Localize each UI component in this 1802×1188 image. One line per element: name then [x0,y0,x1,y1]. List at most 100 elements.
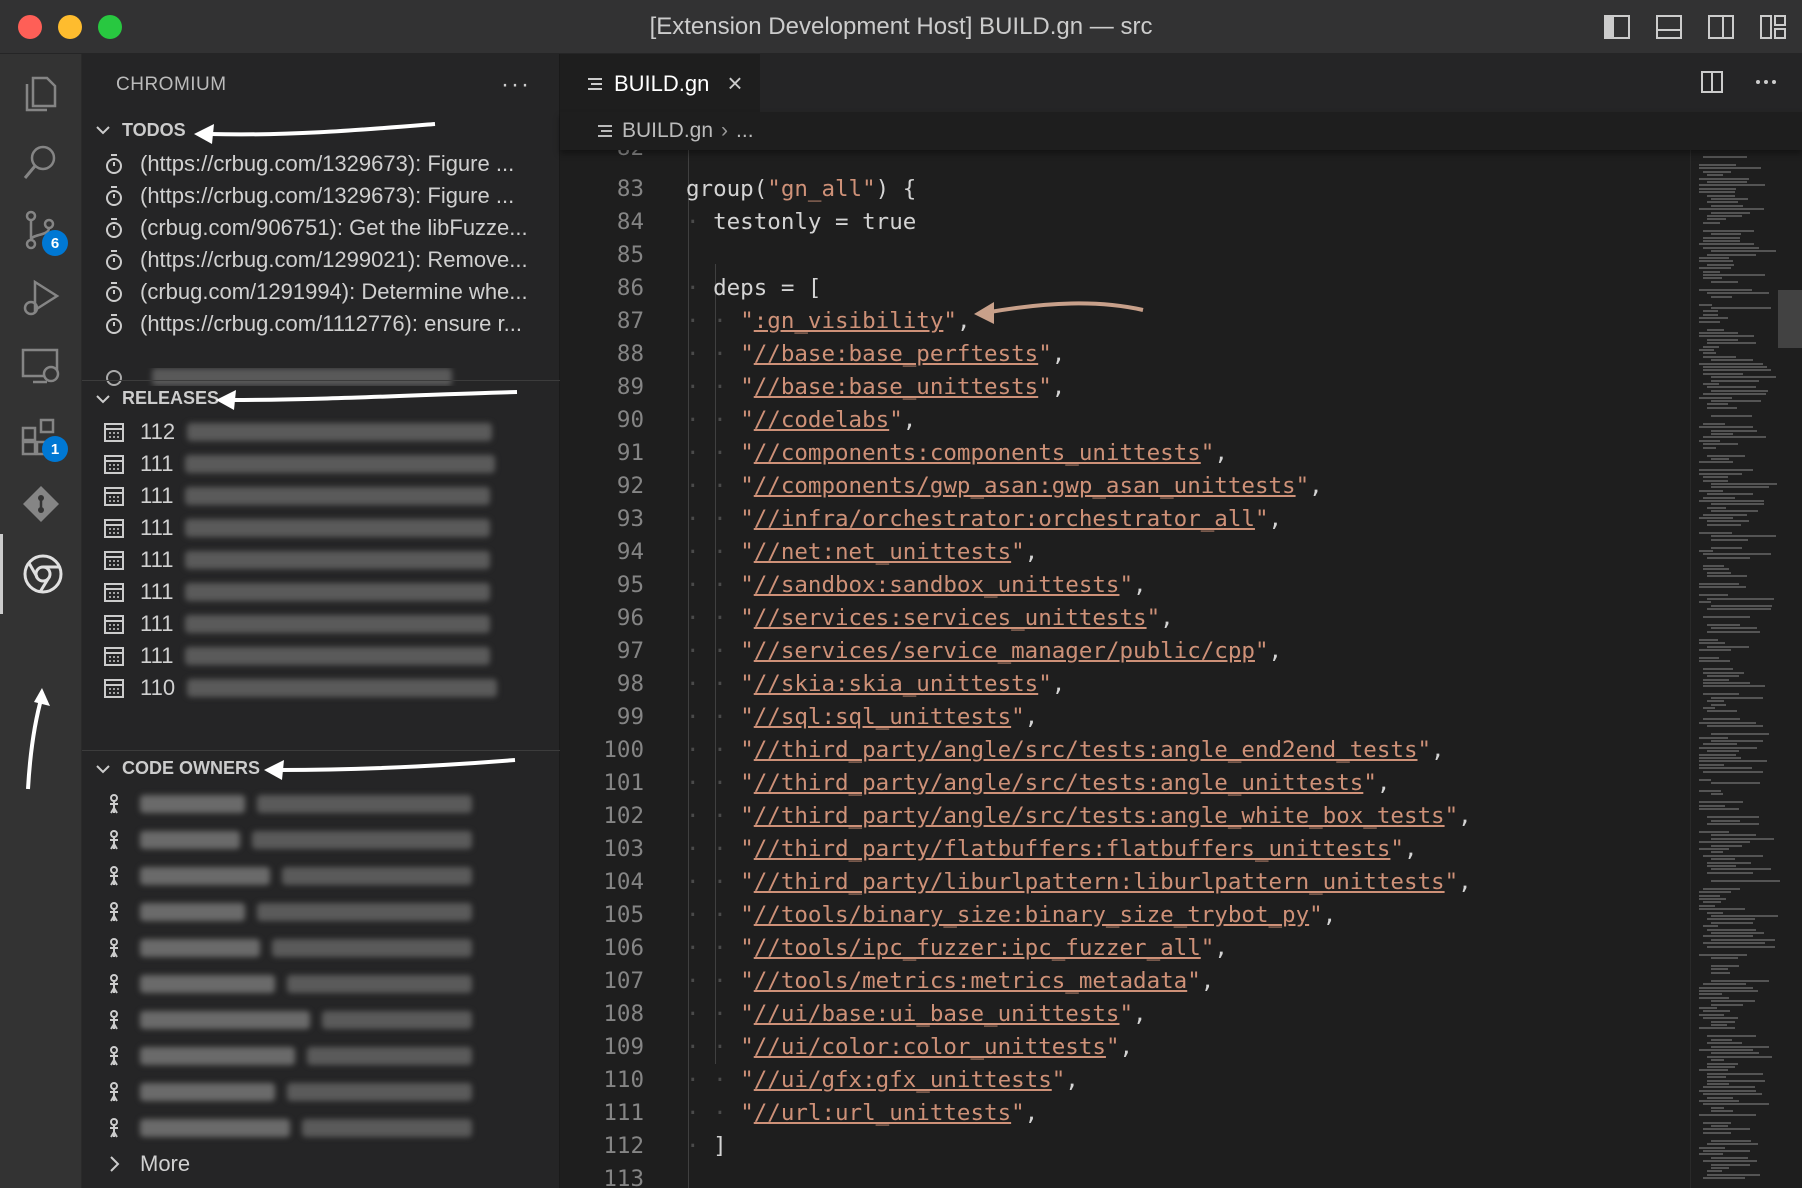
string-quote: " [1417,736,1432,763]
todo-item[interactable]: (https://crbug.com/1112776): ensure r... [82,308,560,340]
code-owner-item[interactable] [82,1074,560,1110]
minimap-line [1703,887,1740,890]
toggle-panel-icon[interactable] [1654,12,1684,42]
split-editor-icon[interactable] [1698,68,1726,96]
dependency-link[interactable]: //tools/metrics:metrics_metadata [754,968,1187,994]
breadcrumb-file[interactable]: BUILD.gn [622,119,713,143]
dependency-link[interactable]: //base:base_unittests [754,374,1038,400]
sidebar-more-button[interactable]: ··· [501,71,531,99]
dependency-link[interactable]: //url:url_unittests [754,1100,1011,1126]
dependency-link[interactable]: //codelabs [754,407,889,433]
dependency-link[interactable]: //components/gwp_asan:gwp_asan_unittests [754,473,1296,499]
release-item[interactable]: 110 [82,672,560,704]
release-item[interactable]: 111 [82,544,560,576]
code-owner-item[interactable] [82,1002,560,1038]
minimap-line [1703,372,1743,375]
release-item[interactable]: 112 [82,416,560,448]
string-quote: " [740,934,754,961]
close-tab-icon[interactable]: × [727,68,742,99]
dependency-link[interactable]: //tools/binary_size:binary_size_trybot_p… [754,902,1309,928]
todo-item[interactable]: (https://crbug.com/1329673): Figure ... [82,180,560,212]
comma: , [1214,439,1228,466]
code-owner-item[interactable] [82,858,560,894]
calendar-icon [104,423,124,442]
string-quote: " [1444,868,1459,895]
minimap-line [1699,763,1724,766]
dependency-link[interactable]: //ui/color:color_unittests [754,1034,1106,1060]
releases-section-header[interactable]: RELEASES [82,380,560,416]
minimap-line [1703,935,1753,938]
dependency-link[interactable]: //third_party/liburlpattern:liburlpatter… [754,869,1445,895]
dependency-link[interactable]: //third_party/flatbuffers:flatbuffers_un… [754,836,1391,862]
code-owner-item[interactable] [82,1110,560,1146]
code-text: group("gn_all") { [686,176,916,202]
toggle-primary-sidebar-icon[interactable] [1602,12,1632,42]
dependency-link[interactable]: //infra/orchestrator:orchestrator_all [754,506,1255,532]
editor-area: BUILD.gn × BUILD.gn › ... 82 83 group("gn_… [560,54,1802,1188]
todo-item[interactable]: (crbug.com/906751): Get the libFuzze... [82,212,560,244]
code-owner-item[interactable] [82,966,560,1002]
dependency-link[interactable]: //components:components_unittests [754,440,1201,466]
minimap-line [1711,546,1742,549]
dependency-link[interactable]: //tools/ipc_fuzzer:ipc_fuzzer_all [754,935,1201,961]
minimap-line [1703,246,1759,249]
minimap-slider[interactable] [1778,290,1802,348]
code-line: 90 · · "//codelabs", [560,403,1690,436]
dependency-link[interactable]: :gn_visibility [754,308,944,334]
comma: , [1024,538,1039,565]
dependency-link[interactable]: //third_party/angle/src/tests:angle_unit… [754,770,1364,796]
minimap[interactable] [1690,150,1802,1188]
more-actions-icon[interactable] [1752,68,1780,96]
toggle-secondary-sidebar-icon[interactable] [1706,12,1736,42]
more-owners-item[interactable]: More [82,1146,560,1182]
git-activity[interactable] [0,464,82,544]
minimap-line [1707,700,1724,703]
dependency-link[interactable]: //third_party/angle/src/tests:angle_end2… [754,737,1418,763]
code-line: 87 · · ":gn_visibility", [560,304,1690,337]
todo-item[interactable]: (https://crbug.com/1329673): Figure ... [82,148,560,180]
window-title: [Extension Development Host] BUILD.gn — … [649,13,1153,40]
dependency-link[interactable]: //ui/gfx:gfx_unittests [754,1067,1052,1093]
dependency-link[interactable]: //base:base_perftests [754,341,1038,367]
todos-section-header[interactable]: TODOS [82,112,560,148]
release-item[interactable]: 111 [82,480,560,512]
breadcrumb-symbol[interactable]: ... [736,119,754,143]
release-item[interactable]: 111 [82,576,560,608]
code-owner-item[interactable] [82,1038,560,1074]
code-owner-item[interactable] [82,822,560,858]
dependency-link[interactable]: //services/service_manager/public/cpp [754,638,1255,664]
customize-layout-icon[interactable] [1758,12,1788,42]
release-item[interactable]: 111 [82,448,560,480]
release-item[interactable]: 111 [82,512,560,544]
minimap-line [1699,469,1753,472]
dependency-link[interactable]: //skia:skia_unittests [754,671,1038,697]
minimap-line [1711,1156,1748,1159]
chromium-activity[interactable] [0,534,82,614]
minimap-line [1711,915,1778,917]
code-owner-item[interactable] [82,894,560,930]
code-owner-item[interactable] [82,786,560,822]
todo-item[interactable]: (https://crbug.com/1299021): Remove... [82,244,560,276]
code-owner-item[interactable] [82,930,560,966]
minimap-line [1711,793,1723,796]
release-item[interactable]: 111 [82,608,560,640]
dependency-link[interactable]: //third_party/angle/src/tests:angle_whit… [754,803,1445,829]
minimap-line [1711,458,1729,460]
release-item[interactable]: 111 [82,640,560,672]
dependency-link[interactable]: //services:services_unittests [754,605,1147,631]
dependency-link[interactable]: //sql:sql_unittests [754,704,1011,730]
code-owners-section-header[interactable]: CODE OWNERS [82,750,560,786]
tab-build-gn[interactable]: BUILD.gn × [560,54,760,112]
todo-item[interactable]: (crbug.com/1291994): Determine whe... [82,276,560,308]
whitespace-marker: · · [686,802,741,829]
code-line: 91 · · "//components:components_unittests… [560,436,1690,469]
minimap-line [1711,1045,1769,1048]
remote-explorer-activity[interactable] [0,326,82,406]
dependency-link[interactable]: //net:net_unittests [754,539,1011,565]
dependency-link[interactable]: //sandbox:sandbox_unittests [754,572,1120,598]
dependency-link[interactable]: //ui/base:ui_base_unittests [754,1001,1120,1027]
minimap-line [1711,359,1753,362]
minimap-line [1711,979,1769,982]
code-editor[interactable]: 82 83 group("gn_all") {84 · testonly = true… [560,150,1690,1188]
chevron-right-icon: › [721,119,729,142]
